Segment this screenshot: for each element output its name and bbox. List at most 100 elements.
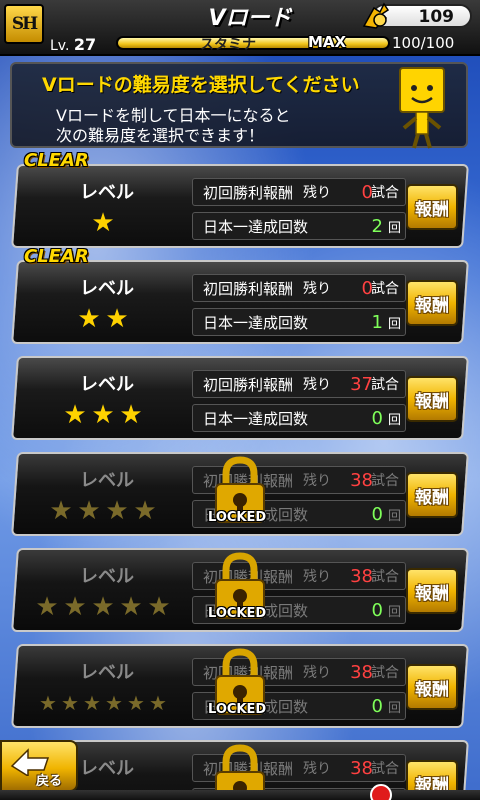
star-icon: ★ (105, 496, 129, 526)
locked-label: LOCKED (208, 702, 267, 717)
first-win-reward-label: 初回勝利報酬 (203, 279, 294, 298)
reward-button[interactable]: 報酬 (406, 472, 458, 518)
reward-button[interactable]: 報酬 (406, 664, 458, 710)
champion-count: 2 (371, 215, 383, 237)
games-unit: 試合 (371, 665, 399, 681)
first-win-reward-row: 初回勝利報酬 残り 0 試合 (192, 178, 406, 206)
star-icon: ★ (127, 691, 145, 715)
locked-label: LOCKED (208, 510, 267, 525)
star-icon: ★ (105, 691, 123, 715)
times-unit: 回 (387, 508, 401, 524)
player-level: Lv. 27 (50, 35, 96, 54)
star-icon: ★ (119, 592, 143, 622)
first-win-reward-row: 初回勝利報酬 残り 0 試合 (192, 274, 406, 302)
reward-button[interactable]: 報酬 (406, 280, 458, 326)
level-card-2[interactable]: レベル ★ ★ 初回勝利報酬 残り 0 試合 日本一達成回数 1 回報酬 (11, 260, 469, 344)
games-unit: 試合 (371, 281, 399, 297)
difficulty-stars: ★ ★ ★ ★ (48, 496, 158, 526)
stamina-label: スタミナ (200, 37, 256, 53)
level-card-5: レベル★★★★★初回勝利報酬残り38試合日本一達成回数0回報酬LOCKED (11, 548, 469, 632)
times-unit: 回 (387, 220, 401, 236)
coin-counter: 109 (362, 2, 472, 29)
times-unit: 回 (387, 604, 401, 620)
clear-tag: CLEAR (24, 150, 89, 171)
clear-tag: CLEAR (24, 246, 89, 267)
star-icon: ★ (91, 592, 115, 622)
difficulty-stars: ★ ★ ★ ★ ★ (34, 592, 172, 622)
champion-count-row: 日本一達成回数 2 回 (192, 212, 406, 240)
games-unit: 試合 (371, 761, 399, 777)
champion-count: 0 (371, 407, 383, 429)
remaining-label: 残り (303, 377, 332, 393)
locked-label: LOCKED (208, 606, 267, 621)
level-card-4: レベル★★★★初回勝利報酬残り38試合日本一達成回数0回報酬LOCKED (11, 452, 469, 536)
times-unit: 回 (387, 316, 401, 332)
times-unit: 回 (387, 412, 401, 428)
champion-count: 1 (371, 311, 383, 333)
star-icon: ★ (147, 592, 171, 622)
bottom-strip (0, 790, 480, 800)
star-icon: ★ (119, 400, 143, 430)
level-label: レベル (80, 662, 134, 683)
games-unit: 試合 (371, 569, 399, 585)
level-label: レベル (80, 758, 134, 779)
level-card-3[interactable]: レベル ★ ★ ★ 初回勝利報酬 残り 37 試合 日本一達成回数 0 回報酬 (11, 356, 469, 440)
team-logo-text: SH (11, 14, 38, 34)
games-unit: 試合 (371, 473, 399, 489)
remaining-games: 38 (350, 565, 373, 587)
champion-count-row: 日本一達成回数 1 回 (192, 308, 406, 336)
star-icon: ★ (35, 592, 59, 622)
champion-count-label: 日本一達成回数 (203, 313, 309, 332)
banner-line-2: 次の難易度を選択できます！ (56, 126, 265, 145)
difficulty-stars: ★ (90, 208, 116, 238)
games-unit: 試合 (371, 377, 399, 393)
star-icon: ★ (91, 400, 115, 430)
back-label: 戻る (36, 774, 63, 789)
level-prefix: Lv. (50, 38, 70, 54)
reward-button[interactable]: 報酬 (406, 184, 458, 230)
difficulty-stars: ★ ★ ★ (62, 400, 144, 430)
level-card-1[interactable]: レベル ★ 初回勝利報酬 残り 0 試合 日本一達成回数 2 回報酬 (11, 164, 469, 248)
star-icon: ★ (63, 592, 87, 622)
reward-button[interactable]: 報酬 (406, 568, 458, 614)
remaining-games: 37 (350, 373, 373, 395)
notification-badge (370, 784, 392, 800)
stamina-max-label: MAX (308, 33, 347, 51)
star-icon: ★ (77, 304, 101, 334)
star-icon: ★ (133, 496, 157, 526)
first-win-reward-label: 初回勝利報酬 (203, 183, 294, 202)
level-label: レベル (80, 374, 134, 395)
level-value: 27 (73, 35, 97, 54)
level-label: レベル (80, 566, 134, 587)
back-button[interactable]: 戻る (0, 740, 78, 792)
champion-count-label: 日本一達成回数 (203, 217, 309, 236)
champion-count: 0 (371, 695, 383, 717)
remaining-label: 残り (303, 281, 332, 297)
top-bar: SH Vロード 109 Lv. 27 スタミナ MAX 100/100 (0, 0, 480, 56)
champion-count: 0 (371, 599, 383, 621)
star-icon: ★ (77, 496, 101, 526)
champion-count: 0 (371, 503, 383, 525)
remaining-label: 残り (303, 665, 332, 681)
remaining-label: 残り (303, 473, 332, 489)
coin-icon (362, 2, 390, 29)
remaining-games: 38 (350, 757, 373, 779)
difficulty-stars: ★ ★ ★ ★ ★ ★ (38, 690, 168, 716)
remaining-games: 38 (350, 469, 373, 491)
star-icon: ★ (49, 496, 73, 526)
team-logo: SH (4, 4, 44, 44)
remaining-label: 残り (303, 761, 332, 777)
games-unit: 試合 (371, 185, 399, 201)
reward-button[interactable]: 報酬 (406, 376, 458, 422)
remaining-games: 38 (350, 661, 373, 683)
first-win-reward-label: 初回勝利報酬 (203, 375, 294, 394)
star-icon: ★ (83, 691, 101, 715)
level-card-6: レベル★★★★★★初回勝利報酬残り38試合日本一達成回数0回報酬LOCKED (11, 644, 469, 728)
banner-title: Vロードの難易度を選択してください (42, 74, 360, 96)
difficulty-stars: ★ ★ (76, 304, 130, 334)
star-icon: ★ (105, 304, 129, 334)
page-title: Vロード (208, 6, 292, 31)
star-icon: ★ (63, 400, 87, 430)
champion-count-row: 日本一達成回数 0回 (192, 404, 406, 432)
champion-count-label: 日本一達成回数 (203, 409, 309, 428)
